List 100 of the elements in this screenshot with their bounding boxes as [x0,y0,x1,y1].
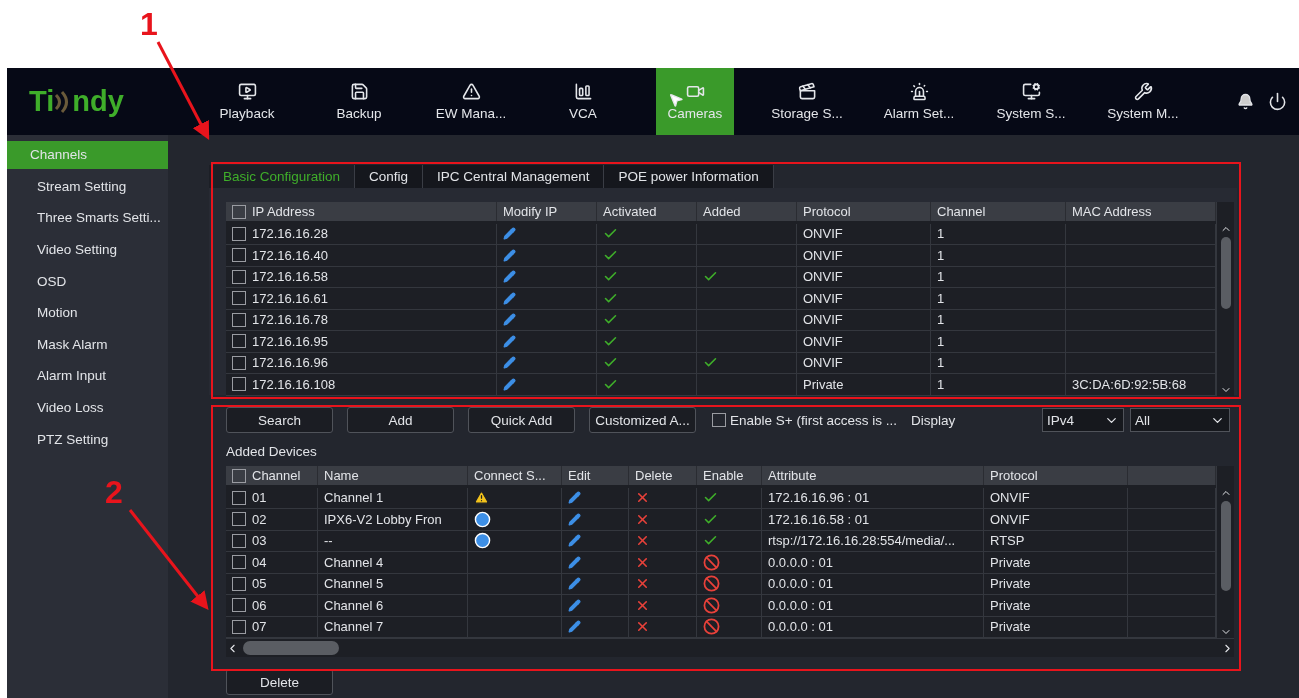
nav-icon [461,82,481,101]
toolbar-button[interactable]: Quick Add [468,407,575,433]
delete-button[interactable]: Delete [226,669,333,695]
table-cell: 1 [931,223,1066,245]
checkbox[interactable] [232,269,246,284]
tab[interactable]: Basic Configuration [209,165,356,188]
nav-tab[interactable]: Playback [208,68,286,135]
checkbox-label: Enable S+ (first access is ... [730,412,897,428]
checkbox[interactable] [712,413,726,427]
table-cell: 1 [931,352,1066,374]
cell-text: 02 [252,511,267,527]
checkbox[interactable] [232,598,246,613]
nav-icon [573,82,593,101]
power-icon[interactable] [1268,92,1287,111]
checkbox[interactable] [232,533,246,548]
nav-tab[interactable]: System S... [992,68,1070,135]
checkbox[interactable] [232,204,246,219]
toolbar-button[interactable]: Add [347,407,454,433]
sidebar-item[interactable]: Motion [7,298,168,327]
edit-icon[interactable] [568,555,581,569]
checkbox[interactable] [232,355,246,370]
sidebar-item[interactable]: PTZ Setting [7,425,168,454]
edit-icon[interactable] [503,334,516,348]
checkbox[interactable] [232,312,246,327]
edit-icon[interactable] [503,313,516,327]
table-cell: ONVIF [797,309,931,331]
column-header: MAC Address [1066,202,1216,221]
edit-icon[interactable] [568,577,581,591]
column-header: Protocol [984,466,1128,485]
edit-icon[interactable] [568,620,581,634]
nav-tab[interactable]: Alarm Set... [880,68,958,135]
sidebar-item[interactable]: Stream Setting [7,172,168,201]
table-cell: rtsp://172.16.16.28:554/media/... [762,530,984,552]
scrollbar-thumb[interactable] [243,641,339,655]
edit-icon[interactable] [503,227,516,241]
sidebar-item[interactable]: Mask Alarm [7,330,168,359]
table-cell: Private [984,552,1128,574]
checkbox[interactable] [232,555,246,570]
dropdown[interactable]: IPv4 [1042,408,1124,432]
checkbox[interactable] [232,226,246,241]
column-header: Channel [931,202,1066,221]
checkbox[interactable] [232,512,246,527]
edit-icon[interactable] [568,512,581,526]
dropdown[interactable]: All [1130,408,1230,432]
nav-tab[interactable]: EW Mana... [432,68,510,135]
toolbar-button[interactable]: Search [226,407,333,433]
cell-text: 06 [252,597,267,613]
sidebar-item[interactable]: Video Setting [7,235,168,264]
checkbox[interactable] [232,490,246,505]
edit-icon[interactable] [568,491,581,505]
cell-text: 172.16.16.28 [252,226,328,242]
cell-text: 172.16.16.58 [252,269,328,285]
edit-icon[interactable] [503,356,516,370]
edit-icon[interactable] [503,248,516,262]
toolbar-button[interactable]: Customized A... [589,407,696,433]
edit-icon[interactable] [568,534,581,548]
column-header: Delete [629,466,697,485]
table-cell: 1 [931,331,1066,353]
checkbox[interactable] [232,576,246,591]
nav-icon [349,82,369,101]
sidebar-item[interactable]: Alarm Input [7,361,168,390]
table-cell: 1 [931,374,1066,396]
table-cell: 172.16.16.96 : 01 [762,487,984,509]
edit-icon[interactable] [503,291,516,305]
warning-icon [474,490,489,506]
nav-icon [1133,82,1153,101]
cell-text: 03 [252,533,267,549]
table-cell: ONVIF [984,509,1128,531]
scrollbar-thumb[interactable] [1220,237,1231,309]
edit-icon[interactable] [503,270,516,284]
table-cell: 0.0.0.0 : 01 [762,595,984,617]
tab[interactable]: POE power Information [604,165,774,188]
sidebar-item[interactable]: Three Smarts Setti... [7,204,168,232]
edit-icon[interactable] [503,377,516,391]
table-cell: Private [984,595,1128,617]
checkbox[interactable] [232,619,246,634]
table-cell: IPX6-V2 Lobby Fron [318,509,468,531]
nav-tab[interactable]: Backup [320,68,398,135]
display-label: Display [910,412,956,428]
sidebar-item[interactable]: Video Loss [7,393,168,422]
nav-tab[interactable]: System M... [1104,68,1182,135]
table-cell: ONVIF [984,487,1128,509]
column-header: Modify IP [497,202,597,221]
tab[interactable]: IPC Central Management [423,165,605,188]
checkbox[interactable] [232,468,246,483]
checkbox[interactable] [232,248,246,263]
nav-tab[interactable]: VCA [544,68,622,135]
checkbox[interactable] [232,291,246,306]
sidebar-item[interactable]: OSD [7,267,168,296]
nav-tab[interactable]: Storage S... [768,68,846,135]
checkbox[interactable] [232,334,246,349]
scrollbar-thumb[interactable] [1220,501,1231,591]
checkbox[interactable] [232,377,246,392]
cell-text: 04 [252,554,267,570]
table-cell: ONVIF [797,245,931,267]
tab[interactable]: Config [355,165,424,188]
table-cell: Channel 6 [318,595,468,617]
edit-icon[interactable] [568,598,581,612]
notification-bell-icon[interactable] [1237,93,1254,110]
logo: Ti ndy [28,84,125,119]
